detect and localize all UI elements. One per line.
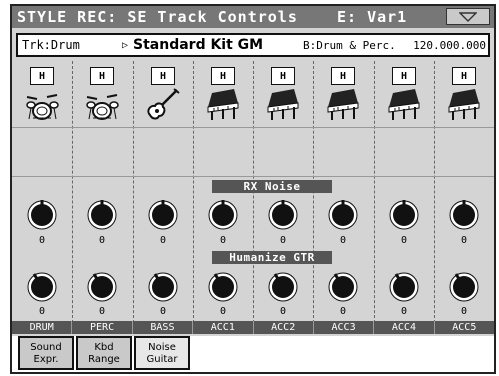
channel-mute-badge[interactable]: H	[151, 67, 175, 85]
title-bar: STYLE REC: SE Track Controls E: Var1	[12, 6, 494, 28]
channel-mute-badge[interactable]: H	[392, 67, 416, 85]
tempo-value: 120.000.000	[413, 38, 486, 52]
rx-noise-value: 0	[460, 235, 468, 246]
display-screen: STYLE REC: SE Track Controls E: Var1 Trk…	[10, 4, 496, 374]
tab-line1: Sound	[30, 342, 62, 353]
guitar-icon[interactable]	[144, 85, 182, 123]
column-divider	[193, 61, 194, 333]
piano-icon[interactable]	[264, 85, 302, 123]
humanize-value: 0	[400, 306, 408, 317]
humanize-value: 0	[460, 306, 468, 317]
rx-noise-value: 0	[279, 235, 287, 246]
humanize-value: 0	[98, 306, 106, 317]
humanize-knob[interactable]	[85, 269, 119, 303]
rx-noise-value: 0	[159, 235, 167, 246]
channel-mute-badge[interactable]: H	[90, 67, 114, 85]
channel-mute-badge[interactable]: H	[271, 67, 295, 85]
channel-label: ACC3	[314, 321, 375, 334]
track-label: Trk:Drum	[22, 38, 80, 52]
piano-icon[interactable]	[445, 85, 483, 123]
channel-mute-badge[interactable]: H	[211, 67, 235, 85]
column-divider	[133, 61, 134, 333]
humanize-knob[interactable]	[206, 269, 240, 303]
kit-group: B:Drum & Perc.	[303, 38, 396, 52]
channel-mute-badge[interactable]: H	[452, 67, 476, 85]
humanize-knob[interactable]	[387, 269, 421, 303]
rx-noise-knob[interactable]	[266, 197, 300, 231]
tab-line2: Range	[88, 354, 120, 365]
tab-kbd[interactable]: Kbd Range	[76, 336, 132, 370]
tab-line1: Noise	[148, 342, 176, 353]
rx-noise-knob[interactable]	[146, 197, 180, 231]
channel-mute-badge[interactable]: H	[331, 67, 355, 85]
tab-sound[interactable]: Sound Expr.	[18, 336, 74, 370]
channel-mute-badge[interactable]: H	[30, 67, 54, 85]
rx-noise-value: 0	[400, 235, 408, 246]
humanize-value: 0	[219, 306, 227, 317]
channel-label: DRUM	[12, 321, 73, 334]
rx-noise-header: RX Noise	[212, 180, 332, 193]
humanize-value: 0	[279, 306, 287, 317]
rx-noise-value: 0	[339, 235, 347, 246]
column-divider	[253, 61, 254, 333]
page-title: STYLE REC: SE Track Controls	[17, 8, 298, 26]
channel-label: ACC1	[193, 321, 254, 334]
row-divider	[12, 127, 494, 128]
humanize-header: Humanize GTR	[212, 251, 332, 264]
rx-noise-knob[interactable]	[326, 197, 360, 231]
channel-label: ACC5	[452, 322, 477, 333]
kit-name[interactable]: Standard Kit GM	[133, 37, 263, 53]
tab-bar: Sound Expr. Kbd Range Noise Guitar	[12, 336, 494, 372]
rx-noise-knob[interactable]	[447, 197, 481, 231]
row-divider	[12, 176, 494, 177]
channel-label: ACC2	[254, 321, 314, 334]
piano-icon[interactable]	[204, 85, 242, 123]
rx-noise-value: 0	[38, 235, 46, 246]
rx-noise-value: 0	[219, 235, 227, 246]
piano-icon[interactable]	[385, 85, 423, 123]
humanize-knob[interactable]	[146, 269, 180, 303]
page-menu-button[interactable]	[446, 8, 490, 25]
rx-noise-knob[interactable]	[387, 197, 421, 231]
rx-noise-value: 0	[98, 235, 106, 246]
column-divider	[434, 61, 435, 333]
column-divider	[72, 61, 73, 333]
humanize-value: 0	[339, 306, 347, 317]
variation-label: E: Var1	[337, 8, 408, 26]
humanize-knob[interactable]	[447, 269, 481, 303]
tab-line2: Expr.	[33, 354, 59, 365]
drumkit-icon[interactable]	[23, 85, 61, 123]
rx-noise-knob[interactable]	[85, 197, 119, 231]
rx-noise-knob[interactable]	[206, 197, 240, 231]
channel-label: BASS	[133, 321, 194, 334]
rx-noise-knob[interactable]	[25, 197, 59, 231]
drumkit-icon[interactable]	[83, 85, 121, 123]
piano-icon[interactable]	[324, 85, 362, 123]
humanize-value: 0	[159, 306, 167, 317]
tab-line1: Kbd	[94, 342, 114, 353]
channel-label: PERC	[72, 321, 133, 334]
humanize-knob[interactable]	[266, 269, 300, 303]
column-divider	[374, 61, 375, 333]
track-info-bar[interactable]: Trk:Drum ▷ Standard Kit GM B:Drum & Perc…	[16, 33, 490, 57]
tab-noise[interactable]: Noise Guitar	[134, 336, 190, 370]
track-arrow-icon: ▷	[122, 39, 129, 51]
column-divider	[313, 61, 314, 333]
humanize-knob[interactable]	[25, 269, 59, 303]
triangle-down-icon	[459, 11, 477, 22]
humanize-knob[interactable]	[326, 269, 360, 303]
channel-label: ACC4	[374, 321, 435, 334]
humanize-value: 0	[38, 306, 46, 317]
channel-labels-bar: DRUM PERC BASS ACC1 ACC2 ACC3 ACC4 ACC5	[12, 321, 494, 334]
channel-grid: RX Noise Humanize GTR H 0 0 H 0 0 H 0 0 H 0 0 H 0 0 H 0 0 H 0…	[12, 61, 494, 351]
tab-line2: Guitar	[146, 354, 178, 365]
